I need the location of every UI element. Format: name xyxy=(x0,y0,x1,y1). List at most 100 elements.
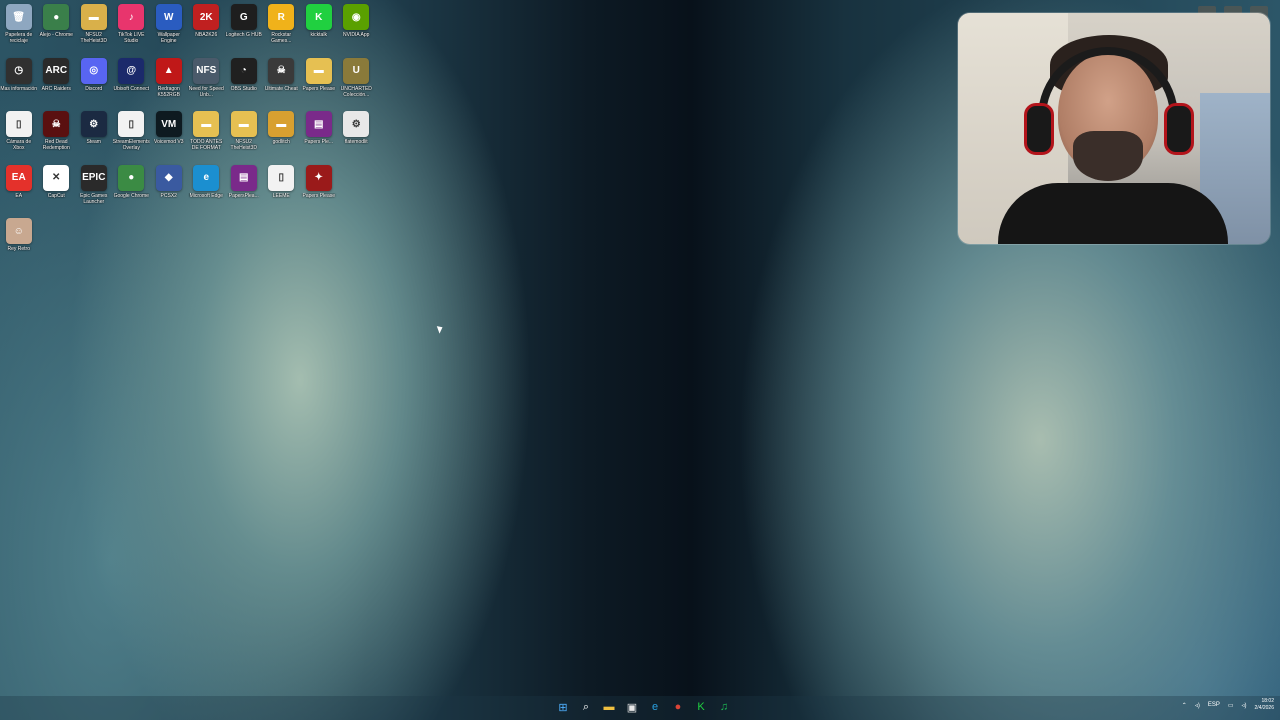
desktop-icon[interactable]: U UNCHARTED Colección... xyxy=(338,56,376,110)
desktop-icon[interactable]: Kkicktalk xyxy=(300,2,338,56)
desktop-icon-label: Epic Games Launcher xyxy=(80,192,108,205)
desktop-icon[interactable]: ☠ Ultimate Cheat xyxy=(263,56,301,110)
folder-icon: ▬ xyxy=(305,57,332,84)
desktop-icon-label: Rockstar Games... xyxy=(271,32,292,44)
desktop-icon[interactable]: ⚙ Steam xyxy=(75,109,113,163)
desktop-icon[interactable]: W Wallpaper Engine xyxy=(150,2,188,56)
desktop-icon[interactable]: ◉ NVIDIA App xyxy=(338,2,376,56)
language-indicator[interactable]: ESP xyxy=(1208,702,1220,708)
clock-date: 2/4/2026 xyxy=(1254,705,1274,711)
desktop-icon[interactable]: ARC ARC Raiders xyxy=(38,56,76,110)
spotify-button[interactable]: ♫ xyxy=(715,698,733,716)
file-icon: ⚙ xyxy=(343,111,370,137)
desktop-icon[interactable]: ✕ CapCut xyxy=(38,163,76,217)
desktop-icon[interactable]: 🗑 Papelera de reciclaje xyxy=(0,2,38,56)
cheat-icon: ☠ xyxy=(268,57,295,84)
steam-icon: ⚙ xyxy=(80,111,107,137)
folder-icon: ▬ xyxy=(193,111,220,137)
desktop-icon[interactable]: R Rockstar Games... xyxy=(263,2,301,56)
start-button[interactable]: ⊞ xyxy=(554,698,572,716)
desktop-icon[interactable]: ▯ StreamElements Overlay xyxy=(113,109,151,163)
capcut-icon: ✕ xyxy=(43,164,70,191)
desktop-icon[interactable]: ▤ PapersPlea... xyxy=(225,163,263,217)
desktop-icon[interactable]: ☠ Red Dead Redemption xyxy=(38,109,76,163)
chevron-up-icon[interactable]: ⌃ xyxy=(1182,702,1187,709)
desktop-icon[interactable]: ▬ godlitch xyxy=(263,109,301,163)
desktop-icon[interactable]: 2K NBA2K26 xyxy=(188,2,226,56)
file-icon: ▯ xyxy=(268,164,295,191)
desktop-icon-label: Mas información xyxy=(0,85,38,92)
desktop-icon[interactable]: ▤ Papers Ple... xyxy=(300,109,338,163)
edge-button[interactable]: e xyxy=(646,698,664,716)
desktop-icon[interactable]: ▬ NFSU2 TheHeist3D xyxy=(225,109,263,163)
winrar-icon: ▤ xyxy=(230,164,257,191)
desktop-icon-label: godlitch xyxy=(272,139,290,145)
desktop-icon[interactable]: ♪ TikTok LIVE Studio xyxy=(113,2,151,56)
clock-icon: ◷ xyxy=(5,57,32,84)
desktop-icon-label: ARC Raiders xyxy=(41,85,71,92)
desktop-icon[interactable]: G Logitech G HUB xyxy=(225,2,263,56)
desktop-icon[interactable]: ▬ Papers Please xyxy=(300,56,338,110)
winrar-icon: ▤ xyxy=(305,111,332,137)
desktop-icon-label: flatemodlit xyxy=(344,139,368,145)
desktop-icon-label: Papelera de reciclaje xyxy=(5,32,33,44)
file-explorer-button[interactable]: ▬ xyxy=(600,698,618,716)
desktop-icon[interactable]: @ Ubisoft Connect xyxy=(113,56,151,110)
desktop-icon-label: NBA2K26 xyxy=(195,32,218,38)
desktop-icon-label: NFSU2 TheHeist3D xyxy=(230,139,257,151)
notification-icon[interactable]: ▭ xyxy=(1228,702,1234,709)
kick-button[interactable]: K xyxy=(692,698,710,716)
desktop-icon-label: Red Dead Redemption xyxy=(42,139,70,151)
volume-icon[interactable]: ◃) xyxy=(1242,702,1247,709)
desktop-icon-label: kicktalk xyxy=(310,32,327,38)
chrome-button[interactable]: ● xyxy=(669,698,687,716)
desktop-icon[interactable]: e Microsoft Edge xyxy=(188,163,226,217)
desktop-icon-label: Cámara de Xbox xyxy=(6,139,32,151)
store-button[interactable]: ▣ xyxy=(623,698,641,716)
desktop-icon[interactable]: ● Alejo - Chrome xyxy=(38,2,76,56)
desktop-icon[interactable]: ◔ OBS Studio xyxy=(225,56,263,110)
taskbar: ⊞ ⌕ ▬ ▣ e ● K ♫ ⌃ ◃) ESP ▭ ◃) 18:02 2/4/2026 xyxy=(0,696,1280,720)
edge-icon: e xyxy=(193,164,220,191)
desktop-icon[interactable]: ▯ Cámara de Xbox xyxy=(0,109,38,163)
folder-icon: ▬ xyxy=(80,4,107,30)
desktop-icon[interactable]: ⚙ flatemodlit xyxy=(338,109,376,163)
desktop-icon[interactable]: ◎ Discord xyxy=(75,56,113,110)
pcsx2-icon: ◆ xyxy=(155,164,182,191)
desktop-icon-label: PCSX2 xyxy=(160,192,177,199)
desktop-icon[interactable]: ◷ Mas información xyxy=(0,56,38,110)
desktop-icon[interactable]: VM Voicemod V3 xyxy=(150,109,188,163)
chrome-icon: ● xyxy=(43,4,70,30)
desktop-icon[interactable]: ☺ Rey Retro xyxy=(0,216,38,270)
system-tray: ⌃ ◃) ESP ▭ ◃) 18:02 2/4/2026 xyxy=(1182,698,1274,712)
desktop-icon-label: Microsoft Edge xyxy=(189,192,223,199)
kick-icon: K xyxy=(305,4,332,30)
desktop-icon[interactable]: NFS Need for Speed Unb... xyxy=(188,56,226,110)
desktop-icon[interactable]: ▲ Redragon K552RGB xyxy=(150,56,188,110)
desktop-icon[interactable]: ● Google Chrome xyxy=(113,163,151,217)
speaker-icon[interactable]: ◃) xyxy=(1195,702,1200,709)
desktop-icon-label: Papers Please xyxy=(302,192,336,199)
clock[interactable]: 18:02 2/4/2026 xyxy=(1255,698,1274,712)
desktop-icon[interactable]: ▬ NFSU2 TheHeist3D xyxy=(75,2,113,56)
desktop-icon[interactable]: EPIC Epic Games Launcher xyxy=(75,163,113,217)
desktop-icon[interactable]: ▯ LEEME xyxy=(263,163,301,217)
nba2k-icon: 2K xyxy=(193,4,220,30)
desktop-icon[interactable]: ▬ TODO ANTES DE FORMAT xyxy=(188,109,226,163)
desktop-icon[interactable]: ✦ Papers Please xyxy=(300,163,338,217)
desktop-icon-grid: 🗑 Papelera de reciclaje ● Alejo - Chrome ▬ NF… xyxy=(0,2,375,270)
uncharted-icon: U xyxy=(343,57,370,84)
desktop-icon[interactable]: ◆ PCSX2 xyxy=(150,163,188,217)
desktop-icon-label: UNCHARTED Colección... xyxy=(340,85,372,98)
webcam-overlay xyxy=(958,13,1270,244)
search-button[interactable]: ⌕ xyxy=(577,698,595,716)
arc-raiders-icon: ARC xyxy=(43,57,70,84)
desktop-icon-label: Wallpaper Engine xyxy=(157,32,180,44)
desktop-icon-label: Ultimate Cheat xyxy=(264,85,298,92)
desktop-icon[interactable]: EA EA xyxy=(0,163,38,217)
desktop-icon-label: NVIDIA App xyxy=(343,32,370,38)
file-icon: ▯ xyxy=(5,111,32,137)
recycle-bin-icon: 🗑 xyxy=(5,4,32,30)
desktop-icon-label: Rey Retro xyxy=(7,246,30,252)
rockstar-icon: R xyxy=(268,4,295,30)
